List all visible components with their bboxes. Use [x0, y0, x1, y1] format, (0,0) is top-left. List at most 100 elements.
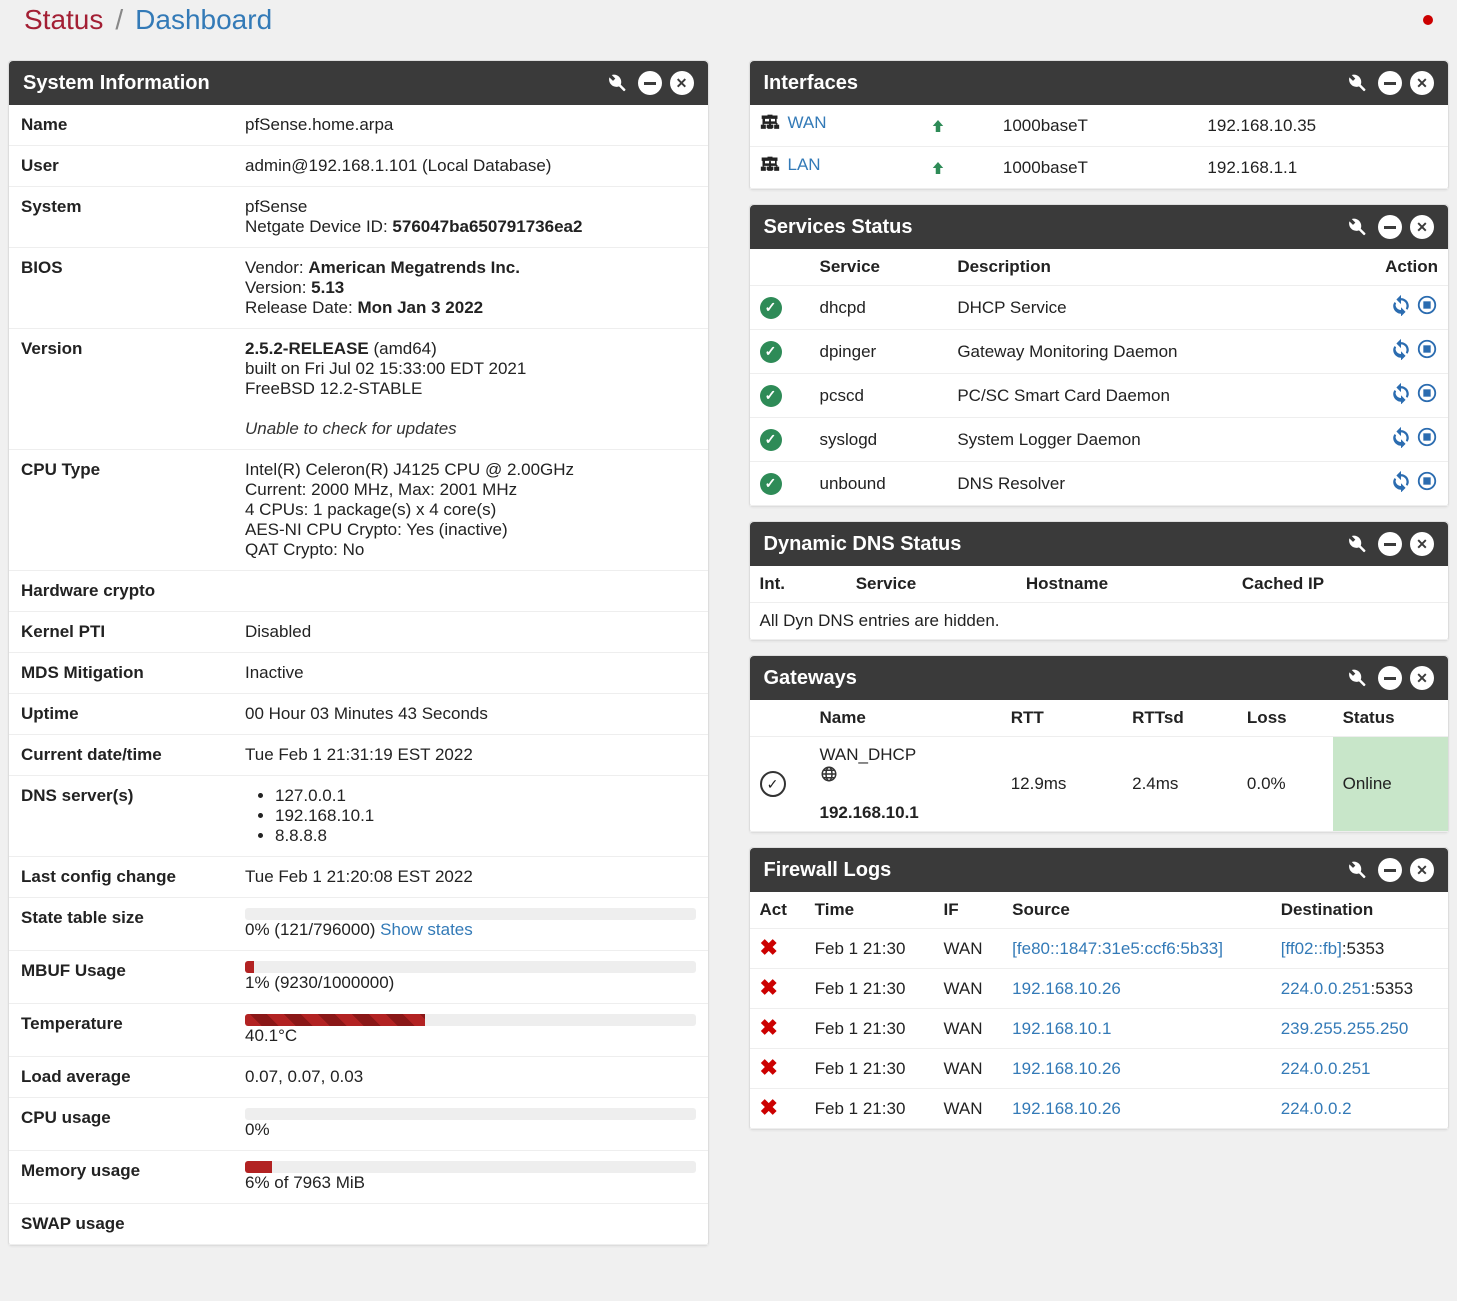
- fw-dest-link[interactable]: 224.0.0.251: [1281, 979, 1371, 998]
- minimize-icon[interactable]: [1378, 666, 1402, 690]
- wrench-icon[interactable]: [1348, 534, 1368, 554]
- minimize-icon[interactable]: [1378, 858, 1402, 882]
- gw-status: Online: [1333, 737, 1448, 832]
- close-icon[interactable]: [1410, 215, 1434, 239]
- interfaces-panel: Interfaces WAN1000baseT 192.168.10.35LAN…: [749, 60, 1450, 190]
- wrench-icon[interactable]: [608, 73, 628, 93]
- status-ok-icon: [760, 429, 782, 451]
- temp-progress-bar: [245, 1014, 425, 1026]
- stop-icon[interactable]: [1416, 338, 1438, 360]
- gw-rttsd: 2.4ms: [1122, 737, 1237, 832]
- close-icon[interactable]: [1410, 71, 1434, 95]
- restart-icon[interactable]: [1390, 338, 1412, 360]
- minimize-icon[interactable]: [1378, 532, 1402, 556]
- stop-icon[interactable]: [1416, 294, 1438, 316]
- gateways-panel: Gateways Name RTT RTTsd Loss Status: [749, 655, 1450, 833]
- fw-dest-link[interactable]: 239.255.255.250: [1281, 1019, 1409, 1038]
- value-datetime: Tue Feb 1 21:31:19 EST 2022: [233, 735, 708, 776]
- minimize-icon[interactable]: [638, 71, 662, 95]
- stop-icon[interactable]: [1416, 382, 1438, 404]
- show-states-link[interactable]: Show states: [380, 920, 473, 939]
- firewall-log-row: ✖Feb 1 21:30WAN192.168.10.26224.0.0.2: [750, 1089, 1449, 1129]
- close-icon[interactable]: [1410, 858, 1434, 882]
- service-name: dpinger: [810, 330, 948, 374]
- label-load: Load average: [9, 1057, 233, 1098]
- dyndns-header-int: Int.: [750, 566, 846, 603]
- service-desc: System Logger Daemon: [947, 418, 1331, 462]
- label-mem: Memory usage: [9, 1151, 233, 1204]
- wrench-icon[interactable]: [1348, 217, 1368, 237]
- label-pti: Kernel PTI: [9, 612, 233, 653]
- fw-time: Feb 1 21:30: [805, 929, 934, 969]
- minimize-icon[interactable]: [1378, 71, 1402, 95]
- fw-source-link[interactable]: [fe80::1847:31e5:ccf6:5b33]: [1012, 939, 1223, 958]
- label-dns: DNS server(s): [9, 776, 233, 857]
- fw-if: WAN: [934, 1049, 1003, 1089]
- restart-icon[interactable]: [1390, 294, 1412, 316]
- panel-title: Dynamic DNS Status: [764, 533, 1349, 556]
- mem-progress-bar: [245, 1161, 272, 1173]
- fw-dest-link[interactable]: 224.0.0.2: [1281, 1099, 1352, 1118]
- notification-dot-icon[interactable]: [1423, 15, 1433, 25]
- panel-title: Gateways: [764, 667, 1349, 690]
- mbuf-progress-bar: [245, 961, 254, 973]
- stop-icon[interactable]: [1416, 470, 1438, 492]
- interface-ip: 192.168.10.35: [1197, 105, 1448, 147]
- label-cpu: CPU Type: [9, 450, 233, 571]
- sitemap-icon: [760, 113, 780, 133]
- block-icon: ✖: [760, 1055, 778, 1080]
- interface-link[interactable]: WAN: [788, 113, 827, 133]
- service-row: dpingerGateway Monitoring Daemon: [750, 330, 1449, 374]
- close-icon[interactable]: [1410, 666, 1434, 690]
- restart-icon[interactable]: [1390, 470, 1412, 492]
- wrench-icon[interactable]: [1348, 860, 1368, 880]
- service-row: syslogdSystem Logger Daemon: [750, 418, 1449, 462]
- panel-title: Firewall Logs: [764, 859, 1349, 882]
- panel-title: Interfaces: [764, 72, 1349, 95]
- fw-source-link[interactable]: 192.168.10.26: [1012, 1059, 1121, 1078]
- gw-header-loss: Loss: [1237, 700, 1333, 737]
- gw-loss: 0.0%: [1237, 737, 1333, 832]
- restart-icon[interactable]: [1390, 382, 1412, 404]
- close-icon[interactable]: [670, 71, 694, 95]
- interface-row: LAN1000baseT 192.168.1.1: [750, 147, 1449, 189]
- wrench-icon[interactable]: [1348, 668, 1368, 688]
- status-ok-icon: [760, 297, 782, 319]
- check-circle-icon: [760, 771, 786, 797]
- firewall-logs-panel: Firewall Logs Act Time IF Source Destina…: [749, 847, 1450, 1130]
- fw-dest-link[interactable]: [ff02::fb]: [1281, 939, 1342, 958]
- label-uptime: Uptime: [9, 694, 233, 735]
- service-row: dhcpdDHCP Service: [750, 286, 1449, 330]
- minimize-icon[interactable]: [1378, 215, 1402, 239]
- label-version: Version: [9, 329, 233, 450]
- fw-header-src: Source: [1002, 892, 1271, 929]
- value-mds: Inactive: [233, 653, 708, 694]
- firewall-log-row: ✖Feb 1 21:30WAN192.168.10.1239.255.255.2…: [750, 1009, 1449, 1049]
- fw-source-link[interactable]: 192.168.10.26: [1012, 979, 1121, 998]
- breadcrumb-dashboard[interactable]: Dashboard: [135, 4, 272, 36]
- service-name: pcscd: [810, 374, 948, 418]
- service-name: unbound: [810, 462, 948, 506]
- fw-header-dst: Destination: [1271, 892, 1448, 929]
- gw-header-rttsd: RTTsd: [1122, 700, 1237, 737]
- value-dns: 127.0.0.1192.168.10.18.8.8.8: [233, 776, 708, 857]
- close-icon[interactable]: [1410, 532, 1434, 556]
- label-temp: Temperature: [9, 1004, 233, 1057]
- interface-link[interactable]: LAN: [788, 155, 821, 175]
- dyndns-empty: All Dyn DNS entries are hidden.: [750, 603, 1449, 640]
- fw-source-link[interactable]: 192.168.10.26: [1012, 1099, 1121, 1118]
- gw-header-status: Status: [1333, 700, 1448, 737]
- fw-source-link[interactable]: 192.168.10.1: [1012, 1019, 1111, 1038]
- value-load: 0.07, 0.07, 0.03: [233, 1057, 708, 1098]
- stop-icon[interactable]: [1416, 426, 1438, 448]
- fw-dest-link[interactable]: 224.0.0.251: [1281, 1059, 1371, 1078]
- sitemap-icon: [760, 155, 780, 175]
- breadcrumb-status: Status: [24, 4, 103, 36]
- fw-header-time: Time: [805, 892, 934, 929]
- block-icon: ✖: [760, 1095, 778, 1120]
- services-panel: Services Status Service Description Acti…: [749, 204, 1450, 507]
- wrench-icon[interactable]: [1348, 73, 1368, 93]
- block-icon: ✖: [760, 935, 778, 960]
- services-header-action: Action: [1331, 249, 1448, 286]
- restart-icon[interactable]: [1390, 426, 1412, 448]
